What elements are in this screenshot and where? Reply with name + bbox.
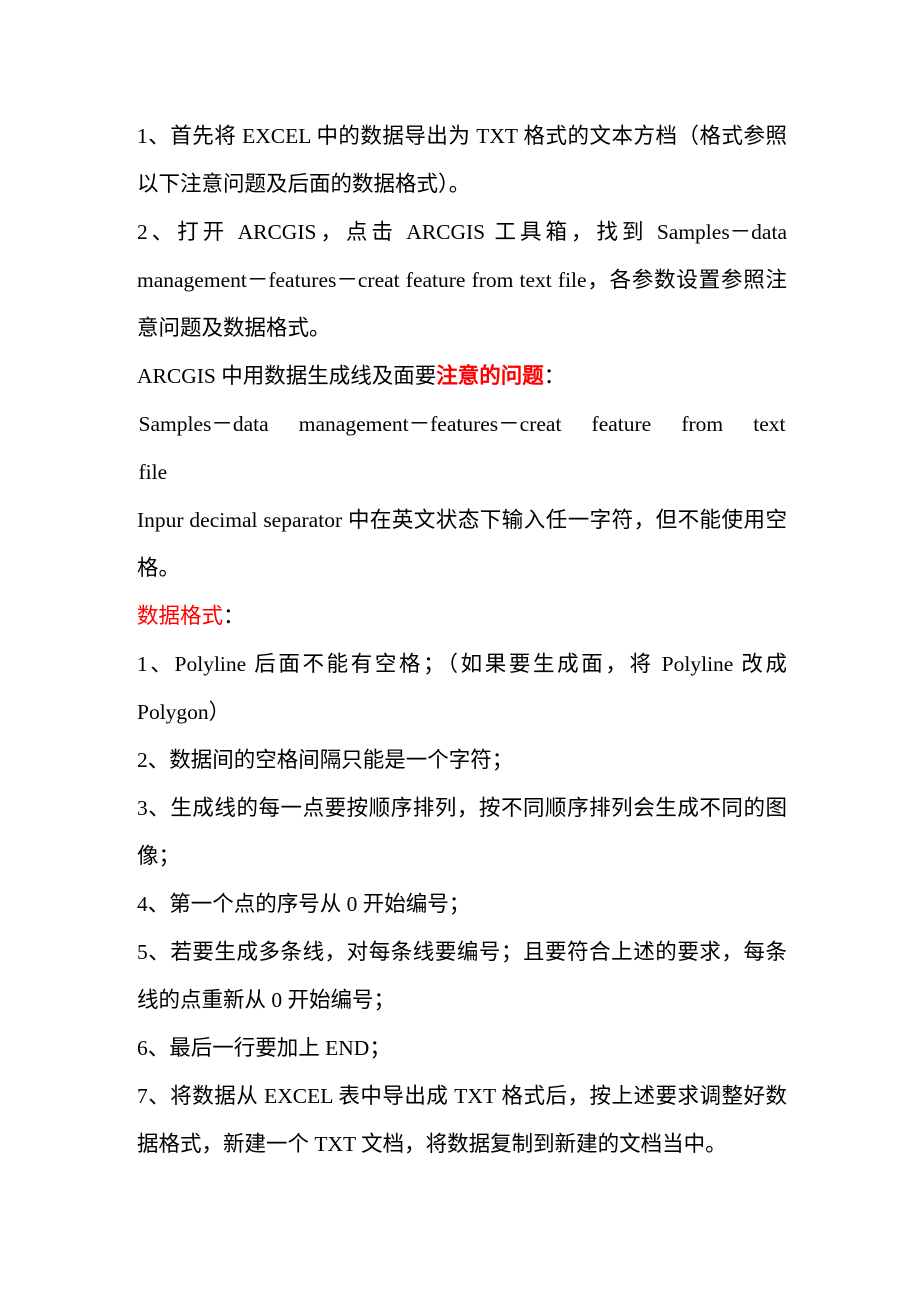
format-item-text: 数据间的空格间隔只能是一个字符； (169, 748, 514, 772)
format-item-marker: 1、 (137, 652, 175, 676)
format-item: 2、数据间的空格间隔只能是一个字符； (137, 736, 787, 784)
format-item: 1、Polyline 后面不能有空格；（如果要生成面，将 Polyline 改成… (137, 640, 787, 736)
paragraph-format-heading: 数据格式： (137, 592, 787, 640)
format-item: 5、若要生成多条线，对每条线要编号；且要符合上述的要求，每条线的点重新从 0 开… (137, 928, 787, 1024)
document-page: 1、首先将 EXCEL 中的数据导出为 TXT 格式的文本方档（格式参照以下注意… (0, 0, 920, 1302)
document-body: 1、首先将 EXCEL 中的数据导出为 TXT 格式的文本方档（格式参照以下注意… (137, 112, 787, 1168)
notice-heading-highlight: 注意的问题 (436, 364, 544, 388)
format-item: 6、最后一行要加上 END； (137, 1024, 787, 1072)
format-item-marker: 4、 (137, 892, 170, 916)
step-1-text: 首先将 EXCEL 中的数据导出为 TXT 格式的文本方档（格式参照以下注意问题… (137, 124, 787, 196)
notice-path-line-1: Samples－data management－features－creat f… (138, 412, 786, 436)
step-1-marker: 1、 (137, 124, 171, 148)
format-item: 3、生成线的每一点要按顺序排列，按不同顺序排列会生成不同的图像； (137, 784, 787, 880)
format-item-marker: 7、 (137, 1084, 171, 1108)
step-2-marker: 2、 (137, 220, 178, 244)
format-heading-suffix: ： (223, 604, 245, 628)
format-item-text: 第一个点的序号从 0 开始编号； (169, 892, 471, 916)
format-heading-highlight: 数据格式 (137, 604, 224, 628)
format-item-text: 将数据从 EXCEL 表中导出成 TXT 格式后，按上述要求调整好数据格式，新建… (137, 1084, 787, 1156)
format-item: 4、第一个点的序号从 0 开始编号； (137, 880, 787, 928)
paragraph-step-2: 2、打开 ARCGIS，点击 ARCGIS 工具箱，找到 Samples－dat… (137, 208, 787, 352)
format-item-text: 生成线的每一点要按顺序排列，按不同顺序排列会生成不同的图像； (137, 796, 787, 868)
format-item-marker: 3、 (137, 796, 171, 820)
format-item-text: Polyline 后面不能有空格；（如果要生成面，将 Polyline 改成 P… (137, 652, 787, 724)
format-item: 7、将数据从 EXCEL 表中导出成 TXT 格式后，按上述要求调整好数据格式，… (137, 1072, 787, 1168)
notice-heading-suffix: ： (543, 364, 566, 388)
notice-path-line-2: file (138, 460, 168, 484)
paragraph-notice-body: Inpur decimal separator 中在英文状态下输入任一字符，但不… (137, 496, 787, 592)
format-item-marker: 5、 (137, 940, 171, 964)
format-item-text: 若要生成多条线，对每条线要编号；且要符合上述的要求，每条线的点重新从 0 开始编… (137, 940, 787, 1012)
format-item-text: 最后一行要加上 END； (169, 1036, 391, 1060)
paragraph-step-1: 1、首先将 EXCEL 中的数据导出为 TXT 格式的文本方档（格式参照以下注意… (137, 112, 787, 208)
paragraph-notice-path-line-1: Samples－data management－features－creat f… (137, 400, 787, 448)
format-item-marker: 2、 (137, 748, 170, 772)
paragraph-notice-heading: ARCGIS 中用数据生成线及面要注意的问题： (137, 352, 787, 400)
format-item-marker: 6、 (137, 1036, 170, 1060)
paragraph-notice-path-line-2: file (137, 448, 787, 496)
notice-heading-prefix: ARCGIS 中用数据生成线及面要 (137, 364, 437, 388)
notice-body-text: Inpur decimal separator 中在英文状态下输入任一字符，但不… (137, 508, 787, 580)
